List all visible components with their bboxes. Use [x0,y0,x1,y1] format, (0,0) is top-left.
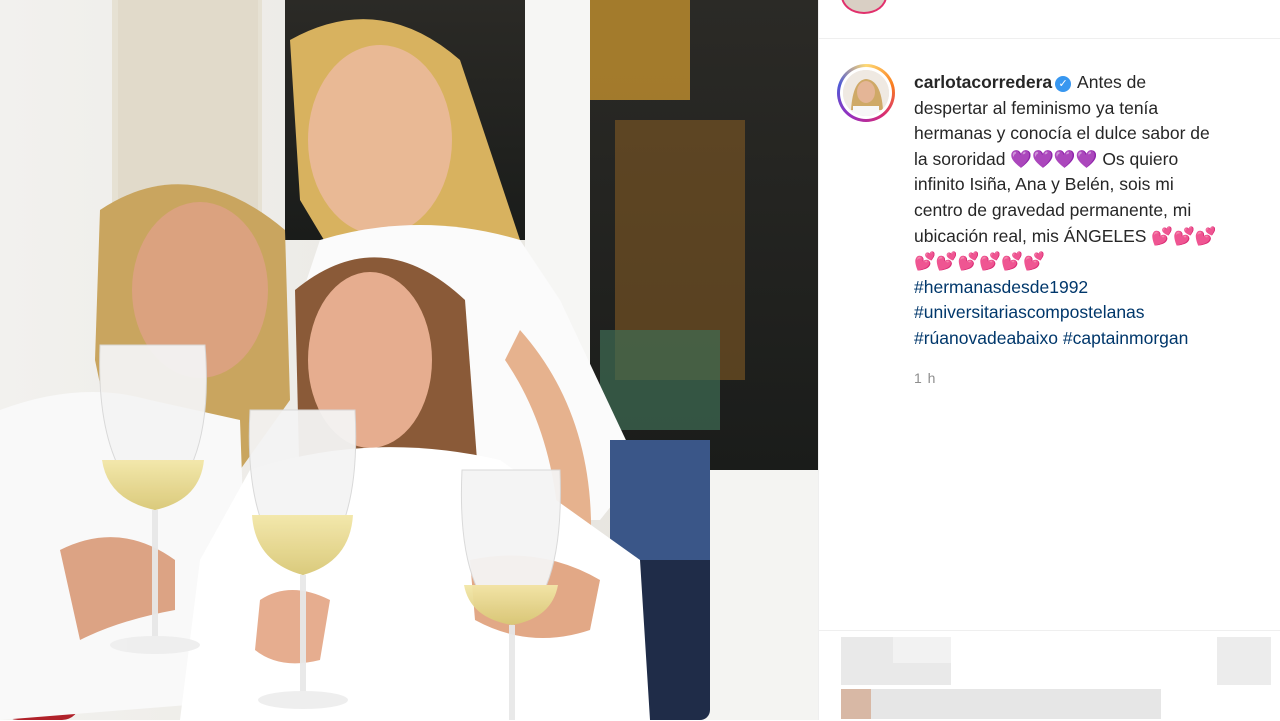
caption-line: la sororidad 💜💜💜💜 Os quiero [914,148,1179,169]
avatar[interactable] [837,64,895,122]
avatar-border [840,67,892,119]
hashtag-link[interactable]: #rúanovadeabaixo #captainmorgan [914,326,1269,352]
post-header-strip [819,0,1280,39]
caption-line: centro de gravedad permanente, mi [914,199,1192,220]
header-avatar[interactable] [841,0,887,14]
hashtag-link[interactable]: #hermanasdesde1992 [914,275,1269,301]
hashtag-link[interactable]: #universitariascompostelanas [914,300,1269,326]
post-photo[interactable] [0,0,818,720]
post-timestamp[interactable]: 1 h [914,370,936,386]
photo-illustration [0,0,818,720]
caption-line: despertar al feminismo ya tenía [914,97,1159,118]
caption-line: hermanas y conocía el dulce sabor de [914,123,1210,144]
pixelated-block [893,637,951,663]
caption-line: infinito Isiña, Ana y Belén, sois mi [914,174,1174,195]
caption-line: Antes de [1077,72,1147,92]
post-sidebar: carlotacorredera ✓ Antes de despertar al … [818,0,1280,720]
post-caption: carlotacorredera ✓ Antes de despertar al … [914,70,1269,352]
pixelated-text [871,689,1161,719]
username-link[interactable]: carlotacorredera [914,72,1052,92]
pixelated-block [1217,637,1271,685]
caption-line: 💕💕💕💕💕💕 [914,251,1045,272]
caption-line: ubicación real, mis ÁNGELES 💕💕💕 [914,225,1217,246]
pixelated-block [841,689,871,719]
verified-badge-icon: ✓ [1055,76,1072,92]
avatar-image [843,70,889,116]
post-footer [819,630,1280,721]
